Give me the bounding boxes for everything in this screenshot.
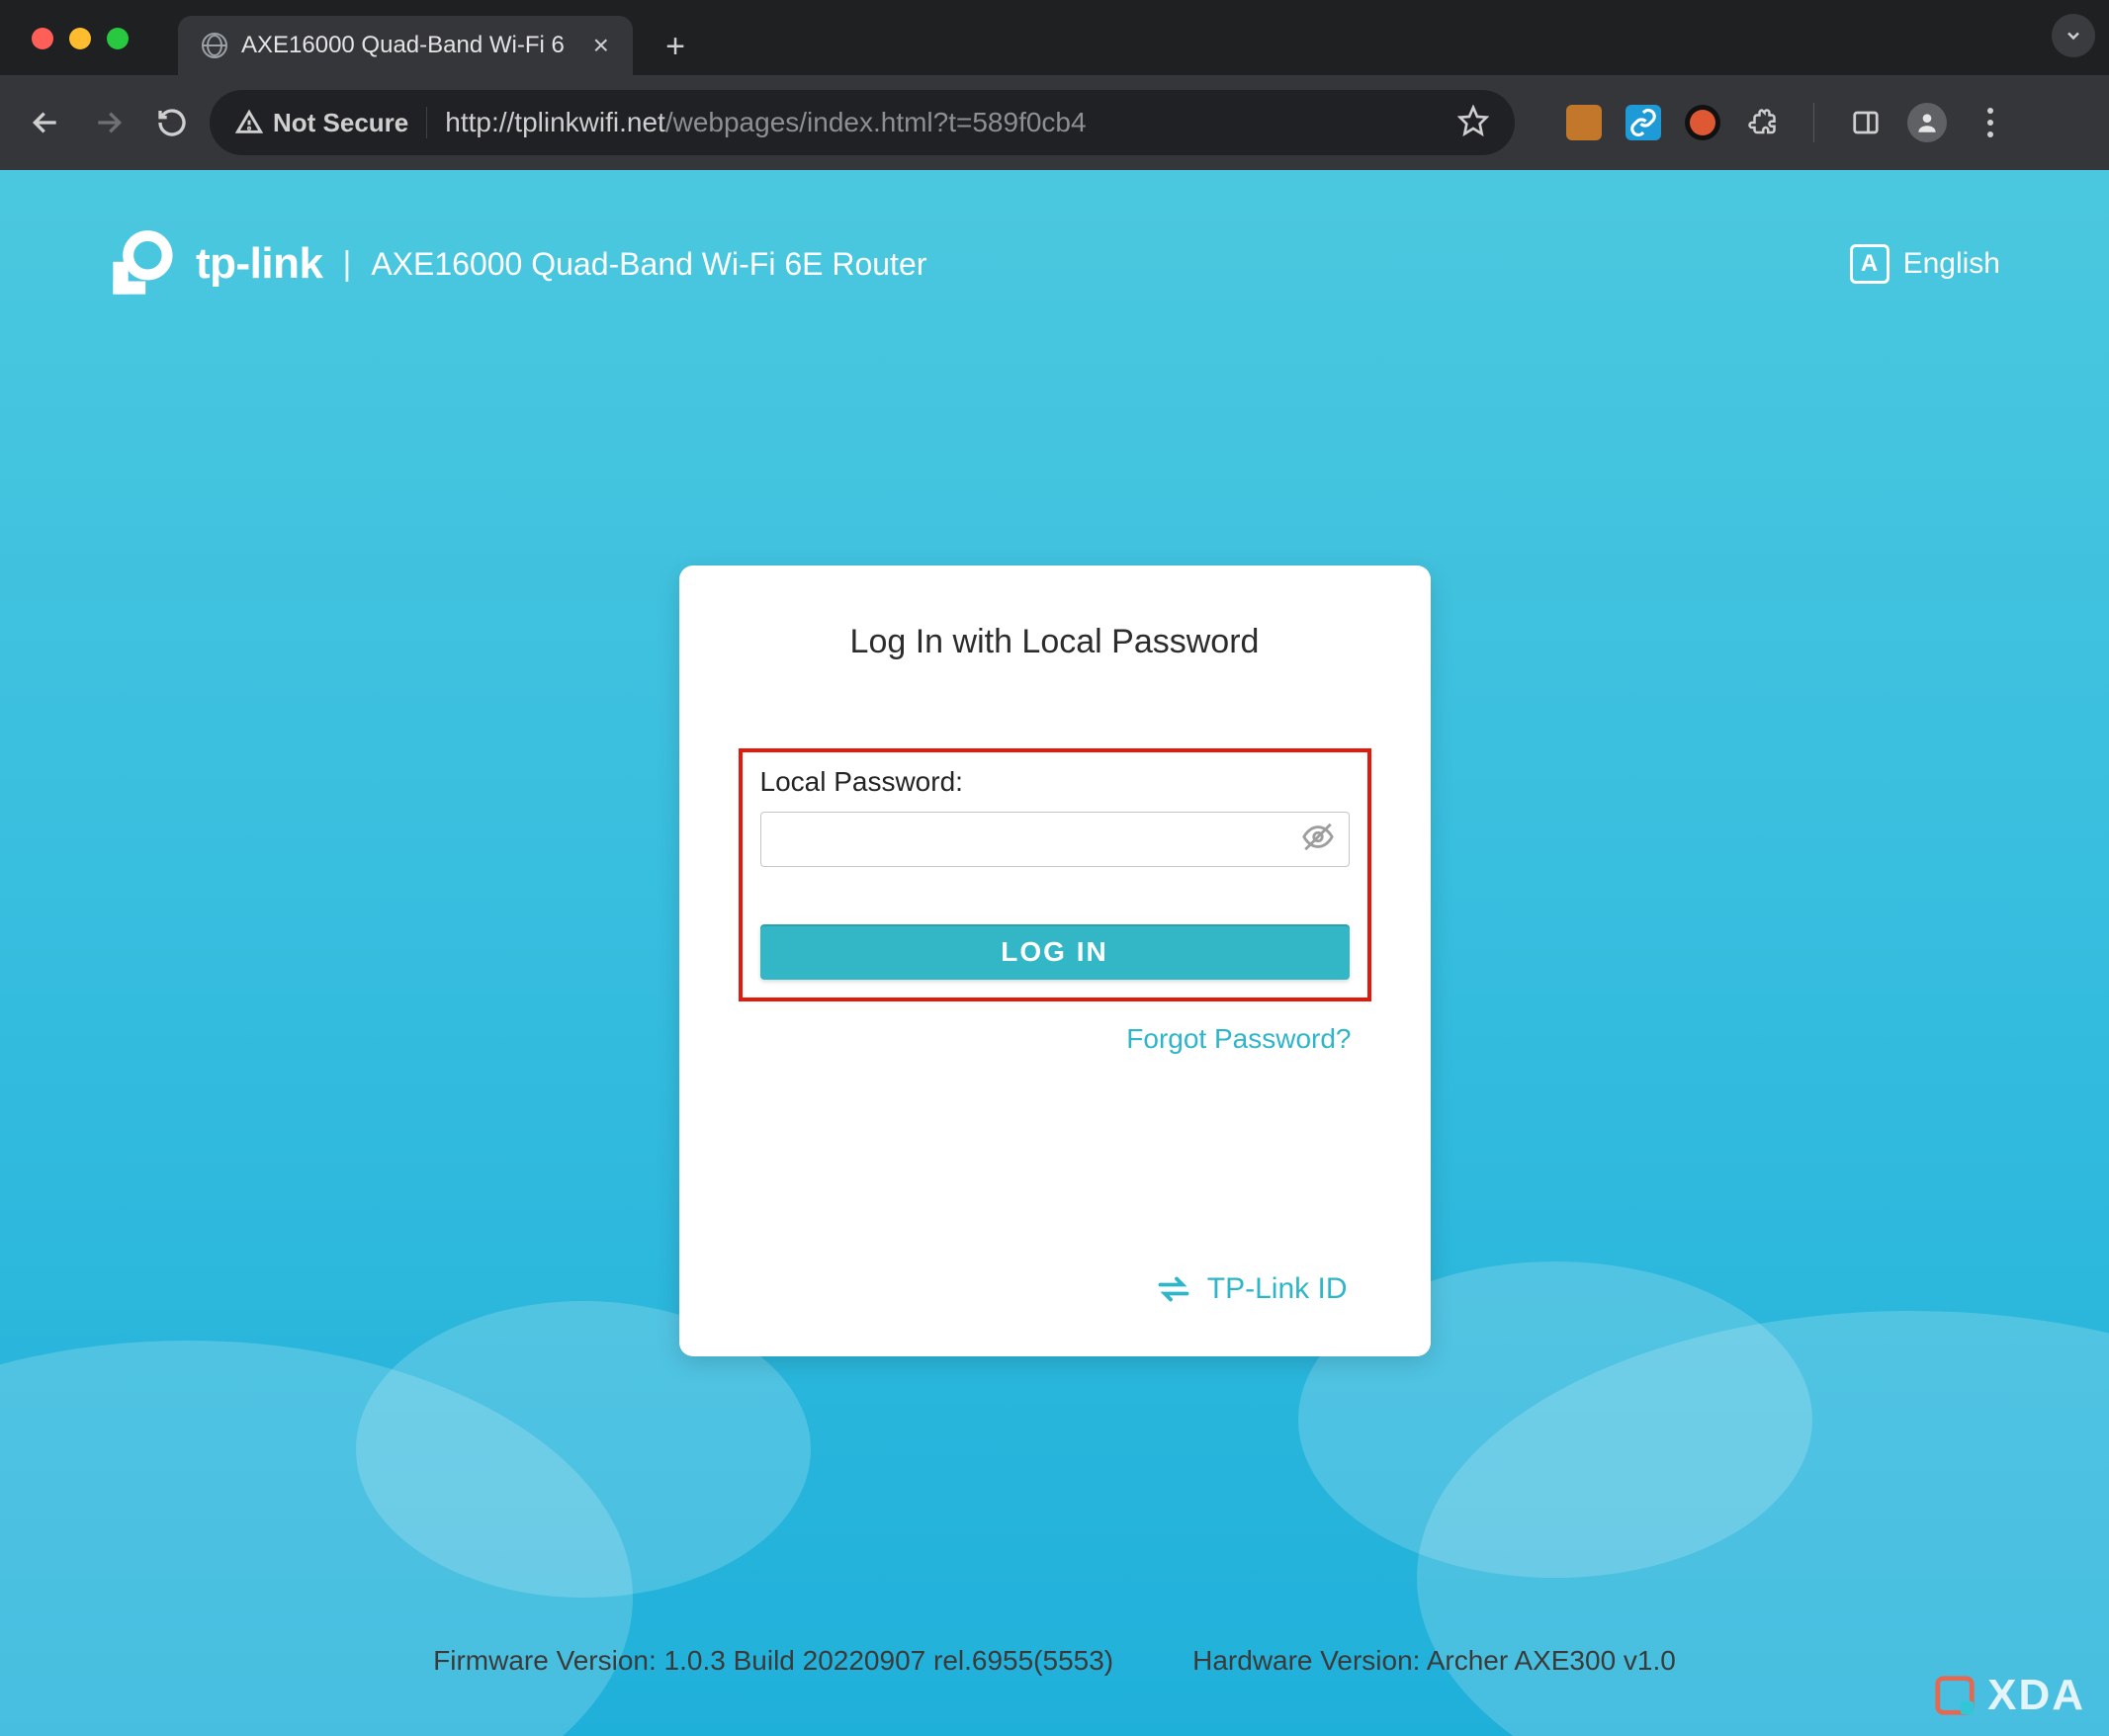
product-model: AXE16000 Quad-Band Wi-Fi 6E Router bbox=[371, 246, 926, 283]
url-path: /webpages/index.html?t=589f0cb4 bbox=[665, 107, 1087, 137]
extension-2[interactable] bbox=[1626, 105, 1661, 140]
new-tab-button[interactable]: + bbox=[651, 22, 700, 71]
url-host: http://tplinkwifi.net bbox=[445, 107, 665, 137]
xda-logo-icon bbox=[1932, 1673, 1977, 1718]
window-close-button[interactable] bbox=[32, 28, 53, 49]
xda-watermark: XDA bbox=[1932, 1671, 2085, 1720]
tplink-logo-icon bbox=[109, 229, 178, 299]
page-header: tp-link | AXE16000 Quad-Band Wi-Fi 6E Ro… bbox=[0, 229, 2109, 299]
forgot-password-link[interactable]: Forgot Password? bbox=[762, 1023, 1352, 1055]
globe-icon bbox=[202, 33, 227, 58]
reload-button[interactable] bbox=[146, 97, 198, 148]
window-minimize-button[interactable] bbox=[69, 28, 91, 49]
toolbar-separator bbox=[1813, 103, 1814, 142]
divider bbox=[426, 107, 427, 138]
security-chip[interactable]: Not Secure bbox=[235, 108, 408, 138]
window-maximize-button[interactable] bbox=[107, 28, 129, 49]
arrow-right-icon bbox=[93, 107, 125, 138]
language-label: English bbox=[1903, 247, 2000, 281]
chevron-down-icon bbox=[2064, 26, 2083, 45]
firmware-version: Firmware Version: 1.0.3 Build 20220907 r… bbox=[433, 1645, 1113, 1677]
url-text: http://tplinkwifi.net/webpages/index.htm… bbox=[445, 107, 1086, 138]
login-button[interactable]: LOG IN bbox=[760, 924, 1350, 980]
password-field-wrapper bbox=[760, 812, 1350, 867]
highlight-box: Local Password: LOG IN bbox=[739, 748, 1371, 1001]
panel-icon bbox=[1851, 108, 1881, 137]
security-status-text: Not Secure bbox=[273, 108, 408, 138]
language-selector[interactable]: A English bbox=[1850, 244, 2000, 284]
bookmark-button[interactable] bbox=[1457, 105, 1489, 141]
xda-watermark-text: XDA bbox=[1987, 1671, 2085, 1720]
forward-button[interactable] bbox=[83, 97, 134, 148]
window-controls bbox=[32, 28, 129, 49]
browser-window: AXE16000 Quad-Band Wi-Fi 6 × + Not Secur… bbox=[0, 0, 2109, 1736]
tplink-id-label: TP-Link ID bbox=[1207, 1272, 1348, 1306]
puzzle-icon bbox=[1747, 108, 1777, 137]
language-icon: A bbox=[1850, 244, 1889, 284]
side-panel-button[interactable] bbox=[1848, 105, 1884, 140]
star-icon bbox=[1457, 105, 1489, 136]
login-title: Log In with Local Password bbox=[762, 623, 1348, 661]
page-content: tp-link | AXE16000 Quad-Band Wi-Fi 6E Ro… bbox=[0, 170, 2109, 1736]
swap-icon bbox=[1156, 1271, 1191, 1307]
link-icon bbox=[1628, 108, 1658, 137]
person-icon bbox=[1914, 110, 1940, 135]
extensions-menu-button[interactable] bbox=[1744, 105, 1780, 140]
extension-row bbox=[1566, 103, 2010, 142]
brand-logo: tp-link bbox=[109, 229, 322, 299]
password-input[interactable] bbox=[761, 813, 1349, 866]
tab-list-dropdown[interactable] bbox=[2052, 14, 2095, 57]
tplink-id-link[interactable]: TP-Link ID bbox=[762, 1271, 1348, 1307]
warning-triangle-icon bbox=[235, 109, 263, 136]
reload-icon bbox=[156, 107, 188, 138]
password-label: Local Password: bbox=[760, 766, 1350, 798]
hardware-version: Hardware Version: Archer AXE300 v1.0 bbox=[1192, 1645, 1676, 1677]
browser-menu-button[interactable] bbox=[1971, 108, 2010, 137]
extension-3[interactable] bbox=[1685, 105, 1720, 140]
login-card: Log In with Local Password Local Passwor… bbox=[679, 565, 1431, 1356]
profile-button[interactable] bbox=[1907, 103, 1947, 142]
browser-tab[interactable]: AXE16000 Quad-Band Wi-Fi 6 × bbox=[178, 16, 633, 75]
browser-toolbar: Not Secure http://tplinkwifi.net/webpage… bbox=[0, 75, 2109, 170]
close-tab-icon[interactable]: × bbox=[593, 32, 609, 59]
extension-1[interactable] bbox=[1566, 105, 1602, 140]
tab-title: AXE16000 Quad-Band Wi-Fi 6 bbox=[241, 32, 579, 59]
arrow-left-icon bbox=[30, 107, 61, 138]
address-bar[interactable]: Not Secure http://tplinkwifi.net/webpage… bbox=[210, 90, 1515, 155]
page-footer: Firmware Version: 1.0.3 Build 20220907 r… bbox=[0, 1645, 2109, 1677]
tab-strip: AXE16000 Quad-Band Wi-Fi 6 × + bbox=[0, 0, 2109, 75]
back-button[interactable] bbox=[20, 97, 71, 148]
brand-name: tp-link bbox=[196, 239, 322, 289]
separator: | bbox=[342, 245, 351, 284]
eye-off-icon bbox=[1301, 821, 1335, 854]
toggle-password-visibility[interactable] bbox=[1301, 821, 1335, 859]
